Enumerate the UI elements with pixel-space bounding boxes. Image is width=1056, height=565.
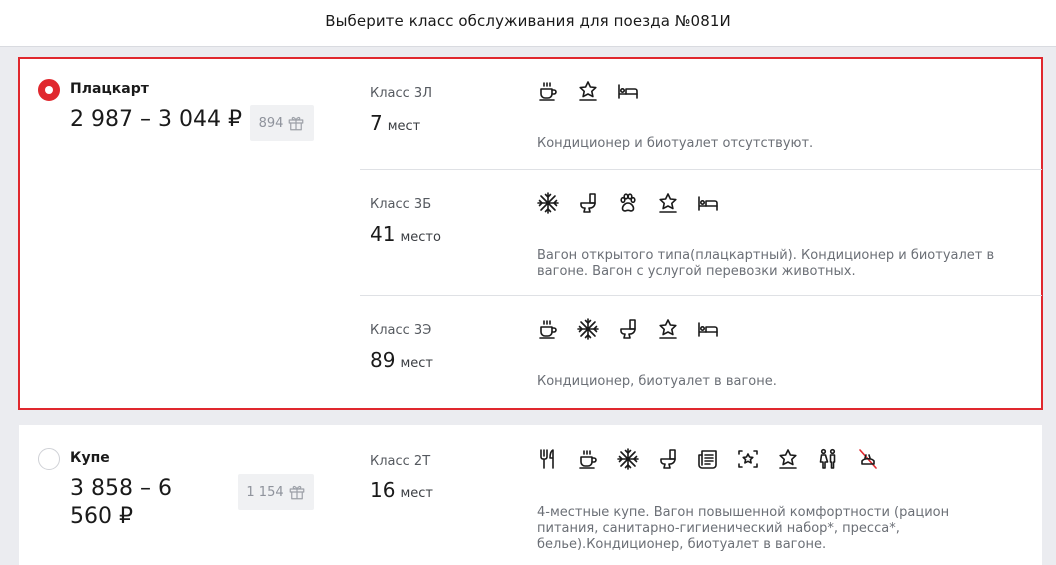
amenity-icons <box>536 317 720 341</box>
car-type-card-platskart[interactable]: Плацкарт 2 987 – 3 044 ₽ 894 Класс 3Л 7м… <box>18 57 1043 410</box>
service-class-name: Класс 3Б <box>370 197 432 212</box>
bed-icon <box>616 79 640 103</box>
service-class-name: Класс 2Т <box>370 454 431 469</box>
star-service-icon <box>776 447 800 471</box>
car-type-radio[interactable] <box>38 79 60 101</box>
seats-word: место <box>400 230 441 245</box>
service-class-row[interactable]: Класс 2Т 16 мест 4-местные купе. Вагон по… <box>360 425 1042 565</box>
seats-number: 41 <box>370 222 396 246</box>
seats-count: 89 мест <box>370 348 433 372</box>
toilet-icon <box>576 191 600 215</box>
seats-count: 41 место <box>370 222 441 246</box>
seats-count: 16 мест <box>370 478 433 502</box>
service-class-description: Вагон открытого типа(плацкартный). Конди… <box>537 248 995 279</box>
restroom-icon <box>816 447 840 471</box>
snowflake-icon <box>616 447 640 471</box>
bonus-badge[interactable]: 894 <box>250 105 314 141</box>
page-title: Выберите класс обслуживания для поезда №… <box>325 12 731 30</box>
no-pets-icon <box>856 447 880 471</box>
car-price: 2 987 – 3 044 ₽ <box>70 107 242 132</box>
bed-icon <box>696 317 720 341</box>
gift-icon <box>287 114 305 132</box>
service-class-description: 4-местные купе. Вагон повышенной комфорт… <box>537 505 950 552</box>
car-type-name: Плацкарт <box>70 81 149 97</box>
service-class-description: Кондиционер и биотуалет отсутствуют. <box>537 136 814 151</box>
gift-icon <box>288 483 306 501</box>
service-class-description: Кондиционер, биотуалет в вагоне. <box>537 374 777 389</box>
car-price: 3 858 – 6 560 ₽ <box>70 476 172 529</box>
seats-word: мест <box>387 119 421 134</box>
bonus-badge[interactable]: 1 154 <box>238 474 314 510</box>
car-type-card-kupe[interactable]: Купе 3 858 – 6 560 ₽ 1 154 Класс 2Т 16 ме… <box>19 425 1042 565</box>
seats-word: мест <box>400 486 433 501</box>
amenity-icons <box>536 447 880 471</box>
car-type-radio[interactable] <box>38 448 60 470</box>
bonus-value: 1 154 <box>246 484 284 500</box>
star-service-icon <box>656 191 680 215</box>
seats-number: 7 <box>370 111 383 135</box>
service-class-row[interactable]: Класс 3Б 41 место Вагон открытого типа(пл… <box>360 169 1042 295</box>
service-class-name: Класс 3Л <box>370 86 432 101</box>
newspaper-icon <box>696 447 720 471</box>
food-icon <box>536 447 560 471</box>
bed-icon <box>696 191 720 215</box>
seats-count: 7 мест <box>370 111 420 135</box>
bonus-value: 894 <box>258 115 284 131</box>
seats-number: 89 <box>370 348 396 372</box>
toilet-icon <box>616 317 640 341</box>
snowflake-icon <box>536 191 560 215</box>
service-class-row[interactable]: Класс 3Э 89 мест Кондиционер, биотуалет в… <box>360 295 1042 407</box>
seats-word: мест <box>400 356 433 371</box>
page-header: Выберите класс обслуживания для поезда №… <box>0 0 1056 47</box>
seats-number: 16 <box>370 478 396 502</box>
paw-icon <box>616 191 640 215</box>
service-class-row[interactable]: Класс 3Л 7 мест Кондиционер и биотуалет о… <box>360 58 1042 169</box>
amenity-icons <box>536 191 720 215</box>
toilet-icon <box>656 447 680 471</box>
hygiene-kit-icon <box>736 447 760 471</box>
amenity-icons <box>536 79 640 103</box>
coffee-icon <box>536 317 560 341</box>
service-class-name: Класс 3Э <box>370 323 432 338</box>
star-service-icon <box>656 317 680 341</box>
car-type-name: Купе <box>70 450 110 466</box>
coffee-icon <box>536 79 560 103</box>
star-service-icon <box>576 79 600 103</box>
coffee-icon <box>576 447 600 471</box>
snowflake-icon <box>576 317 600 341</box>
